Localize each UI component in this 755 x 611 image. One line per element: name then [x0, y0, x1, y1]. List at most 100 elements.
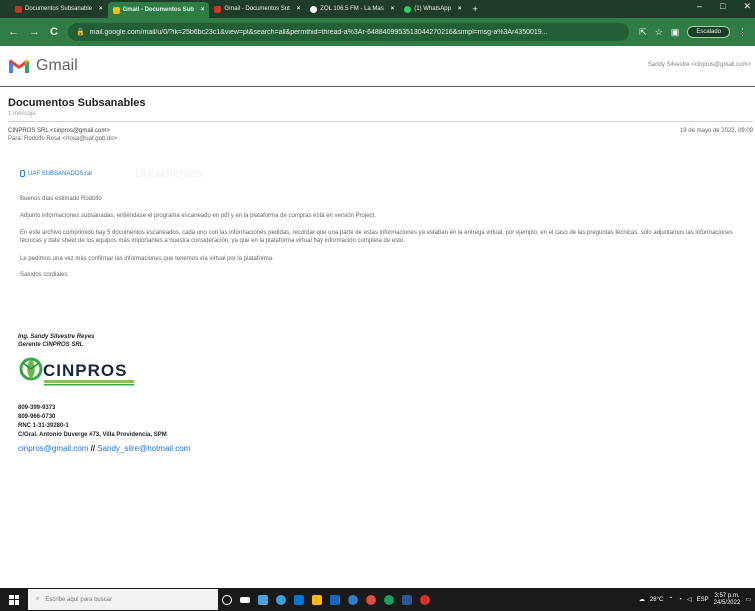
- chrome-icon[interactable]: [362, 588, 380, 611]
- minimize-icon[interactable]: –: [697, 1, 702, 12]
- volume-icon[interactable]: ◁: [687, 596, 692, 603]
- search-placeholder: Escribe aquí para buscar: [45, 596, 113, 603]
- gmail-favicon-icon: [214, 5, 222, 13]
- system-tray: ☁ 28°C ⌃ ◔ ◁ ESP 3:57 p.m. 24/5/2022 ▭: [639, 588, 751, 611]
- signature-emails: cinpros@gmail.com // Sandy_silre@hotmail…: [18, 444, 190, 453]
- profile-button[interactable]: Escalado: [687, 26, 730, 38]
- browser-tab[interactable]: Documentos Subsanable ×: [10, 2, 108, 16]
- forward-icon[interactable]: →: [29, 26, 40, 38]
- file-explorer-icon[interactable]: [308, 588, 326, 611]
- account-email: Sandy Silvestre <cinpros@gmail.com>: [647, 62, 751, 68]
- logo-wordmark: CINPROS: [43, 361, 127, 380]
- subject-divider: [8, 121, 753, 122]
- tray-chevron-icon[interactable]: ⌃: [668, 596, 673, 603]
- browser-tab[interactable]: ZOL 106.5 FM - La Mas ×: [305, 2, 399, 16]
- chrome-active-icon[interactable]: [416, 588, 434, 611]
- window-controls: – □ ✕: [697, 1, 751, 12]
- tab-label: Documentos Subsanable: [25, 6, 93, 12]
- email-paragraph: En este archivo comprimido hay 5 documen…: [20, 230, 733, 244]
- toolbar-actions: ⇱ ☆ ▣ Escalado ⋮: [639, 26, 747, 38]
- tab-close-icon[interactable]: ×: [297, 6, 301, 12]
- sidepanel-icon[interactable]: ▣: [671, 27, 680, 38]
- url-text: mail.google.com/mail/u/0/?ik=25b6bc23c1&…: [89, 28, 548, 36]
- notifications-icon[interactable]: ▭: [745, 596, 751, 603]
- menu-kebab-icon[interactable]: ⋮: [738, 27, 747, 38]
- share-icon[interactable]: ⇱: [639, 27, 647, 38]
- email-closing: Saludos cordiales.: [20, 272, 70, 278]
- signature-address: C/Gral. Antonio Duverge #73, Villa Provi…: [18, 432, 167, 438]
- email-recipient: Para: Rodolfo Rosa <rrosa@uaf.gob.do>: [8, 136, 118, 142]
- signature-phone: 809-966-0730: [18, 414, 56, 420]
- edge-icon[interactable]: [272, 588, 290, 611]
- windows-logo-icon: [9, 594, 19, 605]
- clock-time: 3:57 p.m.: [714, 592, 740, 599]
- tab-label: Gmail - Documentos Sut: [224, 6, 290, 12]
- taskbar-app-icon[interactable]: [254, 588, 272, 611]
- tab-close-icon[interactable]: ×: [99, 6, 103, 12]
- header-divider: [0, 86, 755, 87]
- signature-role: Gerente CINPROS SRL: [18, 342, 84, 348]
- tab-close-icon[interactable]: ×: [458, 6, 462, 12]
- browser-tab[interactable]: (1) WhatsApp ×: [399, 2, 466, 16]
- gmail-favicon-icon: [112, 6, 120, 14]
- email-greeting: Buenos días estimado Rodolfo: [20, 196, 102, 202]
- back-icon[interactable]: ←: [8, 26, 19, 38]
- radio-favicon-icon: [310, 5, 318, 13]
- email-date: 19 de mayo de 2022, 09:09: [679, 128, 753, 134]
- attachment-filename: UAF SUBSANADOS.rar: [28, 170, 93, 177]
- mail-icon[interactable]: [326, 588, 344, 611]
- taskbar-clock[interactable]: 3:57 p.m. 24/5/2022: [714, 593, 741, 607]
- email-separator: //: [88, 444, 98, 453]
- browser-tab[interactable]: Gmail - Documentos Sut ×: [209, 2, 305, 16]
- email-paragraph: Le pedimos una vez más confirmar las inf…: [20, 256, 274, 262]
- tab-label: (1) WhatsApp: [414, 6, 451, 12]
- tab-label: Gmail - Documentos Sub: [122, 7, 194, 13]
- cinpros-logo: CINPROS: [19, 357, 134, 386]
- new-tab-button[interactable]: +: [472, 4, 477, 14]
- weather-temp[interactable]: 28°C: [650, 597, 663, 603]
- browser-tab-strip: Documentos Subsanable × Gmail - Document…: [0, 0, 755, 18]
- gmail-header: Gmail Sandy Silvestre <cinpros@gmail.com…: [0, 46, 755, 86]
- store-icon[interactable]: [290, 588, 308, 611]
- signature-email-link[interactable]: cinpros@gmail.com: [18, 444, 88, 453]
- address-bar[interactable]: 🔒 mail.google.com/mail/u/0/?ik=25b6bc23c…: [67, 23, 630, 41]
- clock-date: 24/5/2022: [713, 599, 741, 606]
- network-icon[interactable]: ◔: [678, 597, 682, 603]
- signature-name: Ing. Sandy Silvestre Reyes: [18, 334, 95, 340]
- cortana-icon[interactable]: [218, 588, 236, 611]
- word-icon[interactable]: [398, 588, 416, 611]
- gmail-favicon-icon: [15, 5, 22, 13]
- browser-tab-active[interactable]: Gmail - Documentos Sub ×: [107, 2, 210, 18]
- signature-phone: 809-399-9373: [18, 405, 56, 411]
- gmail-wordmark: Gmail: [36, 57, 78, 74]
- signature-email-link[interactable]: Sandy_silre@hotmail.com: [97, 444, 190, 453]
- attachment-icon: [20, 170, 25, 177]
- attachment-ghost-text: Documentos: [135, 166, 203, 180]
- weather-icon[interactable]: ☁: [639, 596, 645, 603]
- email-subject: Documentos Subsanables: [8, 97, 146, 109]
- bookmark-star-icon[interactable]: ☆: [655, 27, 663, 38]
- chrome-profile-icon[interactable]: [380, 588, 398, 611]
- start-button[interactable]: [0, 588, 28, 611]
- tab-close-icon[interactable]: ×: [391, 6, 395, 12]
- gmail-logo-icon: [9, 59, 29, 73]
- browser-toolbar: ← → C 🔒 mail.google.com/mail/u/0/?ik=25b…: [0, 18, 755, 46]
- email-sender: CINPROS SRL <cinpros@gmail.com>: [8, 128, 110, 134]
- whatsapp-favicon-icon: [404, 5, 412, 13]
- signature-rnc: RNC 1-31-39280-1: [18, 423, 69, 429]
- email-paragraph: Adjunto informaciones subsanadas, entién…: [20, 213, 376, 219]
- tab-close-icon[interactable]: ×: [201, 7, 205, 13]
- taskbar-app-icon[interactable]: [344, 588, 362, 611]
- search-icon: ⌕: [36, 596, 40, 602]
- close-window-icon[interactable]: ✕: [743, 1, 751, 12]
- taskbar-search[interactable]: ⌕ Escribe aquí para buscar: [28, 589, 218, 610]
- tab-label: ZOL 106.5 FM - La Mas: [320, 6, 384, 12]
- attachment-link[interactable]: UAF SUBSANADOS.rar: [20, 170, 92, 177]
- maximize-icon[interactable]: □: [720, 1, 725, 12]
- lock-icon: 🔒: [75, 29, 85, 36]
- language-indicator[interactable]: ESP: [697, 597, 709, 603]
- windows-taskbar: ⌕ Escribe aquí para buscar ☁ 28°C ⌃ ◔ ◁ …: [0, 588, 755, 611]
- message-count: 1 mensaje: [8, 111, 36, 117]
- reload-icon[interactable]: C: [50, 26, 58, 38]
- task-view-icon[interactable]: [236, 588, 254, 611]
